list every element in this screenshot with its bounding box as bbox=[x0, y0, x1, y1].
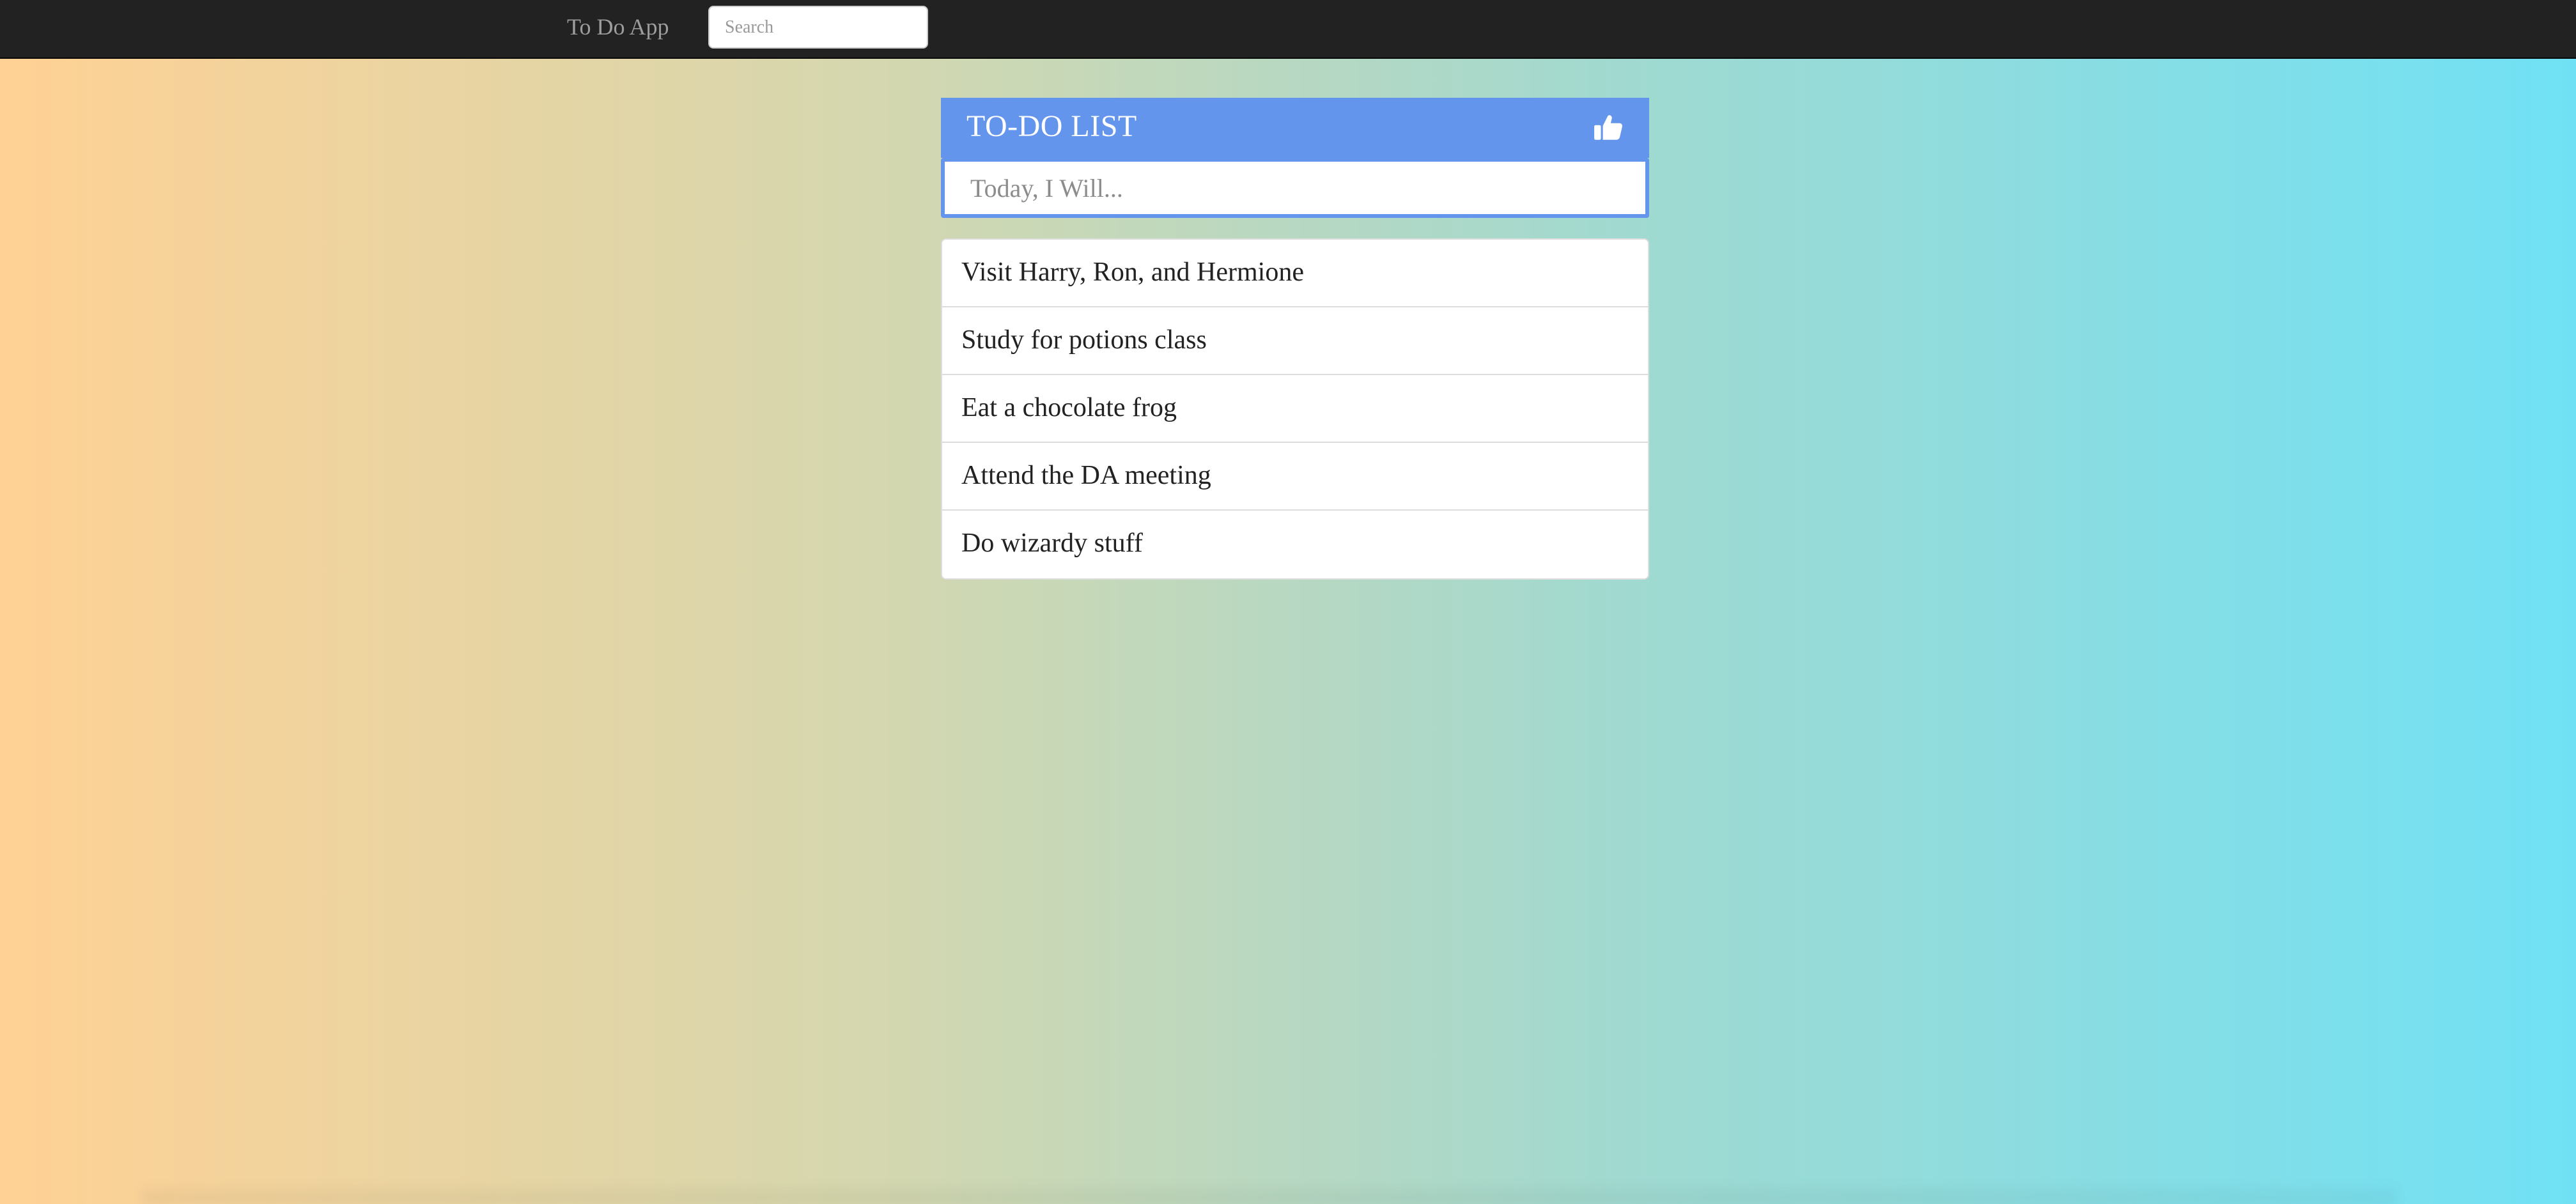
thumbs-up-icon[interactable] bbox=[1593, 112, 1625, 144]
todo-header: TO-DO LIST bbox=[941, 98, 1649, 158]
search-input[interactable] bbox=[708, 6, 928, 49]
todo-container: TO-DO LIST Visit Harry, Ron, and Hermion… bbox=[941, 98, 1649, 580]
todo-item[interactable]: Eat a chocolate frog bbox=[942, 375, 1648, 443]
brand-link[interactable]: To Do App bbox=[567, 0, 669, 56]
todo-title: TO-DO LIST bbox=[966, 109, 1137, 143]
new-todo-input[interactable] bbox=[941, 158, 1649, 218]
todo-item[interactable]: Visit Harry, Ron, and Hermione bbox=[942, 240, 1648, 307]
todo-item[interactable]: Study for potions class bbox=[942, 307, 1648, 375]
todo-item[interactable]: Do wizardy stuff bbox=[942, 511, 1648, 578]
todo-list: Visit Harry, Ron, and Hermione Study for… bbox=[941, 238, 1649, 580]
navbar: To Do App bbox=[0, 0, 2576, 59]
todo-item[interactable]: Attend the DA meeting bbox=[942, 443, 1648, 511]
bottom-shadow bbox=[141, 1182, 2397, 1204]
